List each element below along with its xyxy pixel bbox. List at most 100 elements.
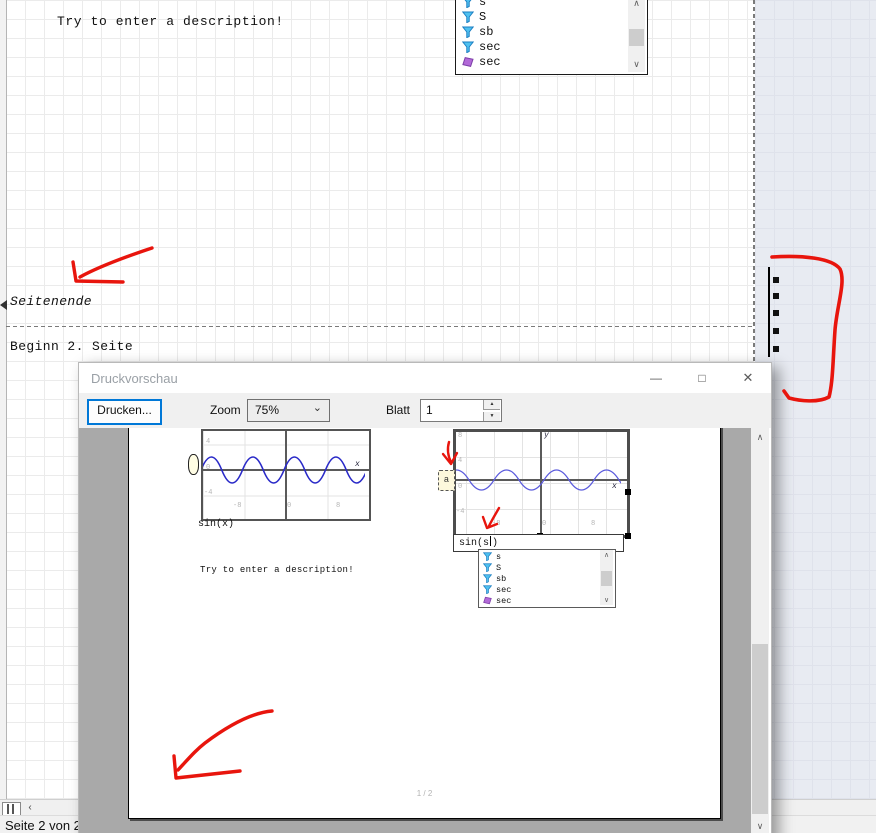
minimize-button[interactable]: — (633, 363, 679, 393)
autocomplete-item[interactable]: sec (479, 595, 615, 606)
formula-close-paren: ) (492, 538, 498, 549)
autocomplete-item-label: s (479, 0, 486, 9)
page2-start-label: Beginn 2. Seite (10, 339, 133, 354)
unit-icon (483, 596, 492, 605)
sheet-number-input[interactable] (421, 400, 484, 419)
scrollbar-thumb[interactable] (629, 29, 644, 46)
filter-function-icon (483, 563, 492, 572)
scroll-down-icon[interactable]: ∨ (628, 60, 645, 69)
autocomplete-item-label: sec (479, 55, 501, 69)
resize-handle-corner[interactable] (625, 533, 631, 539)
dropdown-scrollbar[interactable]: ∧ ∨ (628, 0, 645, 72)
sine-plot-right-selected[interactable]: 8 4 0 -4 -8 0 8 y x (453, 429, 630, 538)
scroll-down-icon[interactable]: ∨ (751, 822, 769, 831)
spin-down-icon[interactable]: ▼ (483, 412, 500, 421)
zoom-value: 75% (255, 403, 279, 417)
maximize-button[interactable]: □ (679, 363, 725, 393)
page-end-label: Seitenende (10, 294, 92, 309)
autocomplete-item[interactable]: s (479, 551, 615, 562)
zoom-label: Zoom (210, 403, 241, 417)
page-break-dash (773, 310, 779, 316)
page-break-arrow-icon (0, 300, 7, 310)
x-tick: 0 (287, 502, 291, 510)
filter-function-icon (462, 0, 474, 8)
page-break-dash (773, 277, 779, 283)
scrollbar-thumb[interactable] (752, 644, 768, 814)
print-button[interactable]: Drucken... (87, 399, 162, 425)
splitter-icon[interactable] (2, 802, 21, 816)
scroll-down-icon[interactable]: ∨ (600, 596, 613, 605)
x-tick: 0 (542, 520, 546, 528)
page-break-dash (773, 328, 779, 334)
worksheet-outside-page-area (755, 0, 876, 799)
spin-up-icon[interactable]: ▲ (483, 400, 500, 410)
filter-function-icon (462, 41, 474, 53)
text-cursor (490, 536, 491, 546)
autocomplete-item[interactable]: sec (456, 39, 647, 54)
scroll-up-icon[interactable]: ∧ (600, 551, 613, 560)
y-axis-label: y (544, 431, 549, 440)
page-break-dash (773, 293, 779, 299)
autocomplete-item[interactable]: sb (479, 573, 615, 584)
page-break-solid-line (768, 267, 770, 357)
splitter-bar (12, 804, 14, 814)
sine-curve (456, 432, 621, 529)
x-axis-label: x (612, 482, 617, 491)
autocomplete-item-label: sb (496, 574, 506, 584)
scroll-left-button[interactable]: ‹ (22, 802, 38, 814)
sheet-number-stepper: ▲ ▼ (420, 399, 502, 422)
autocomplete-dropdown-preview: s S sb sec s (478, 549, 616, 608)
autocomplete-item[interactable]: sec (479, 584, 615, 595)
autocomplete-dropdown: s S sb sec sec ∧ ∨ (455, 0, 648, 75)
resize-handle-right[interactable] (625, 489, 631, 495)
autocomplete-item[interactable]: S (479, 562, 615, 573)
description-placeholder-icon[interactable]: a (438, 470, 455, 491)
status-page-indicator: Seite 2 von 2 (5, 818, 81, 833)
zoom-select[interactable]: 75% ⌄ (247, 399, 330, 422)
autocomplete-item-label: S (479, 10, 486, 24)
autocomplete-item-label: S (496, 563, 501, 573)
preview-description-text: Try to enter a description! (200, 565, 354, 575)
empty-placeholder-icon[interactable] (188, 454, 199, 475)
scroll-up-icon[interactable]: ∧ (628, 0, 645, 8)
x-tick: 8 (591, 520, 595, 528)
print-preview-window: Druckvorschau — □ ✕ Drucken... Zoom 75% … (78, 362, 772, 833)
autocomplete-item-label: sec (479, 40, 501, 54)
y-tick: 0 (458, 483, 462, 491)
sine-curve (203, 431, 365, 515)
y-tick: -4 (204, 489, 212, 497)
autocomplete-item-label: s (496, 552, 501, 562)
dropdown-scrollbar[interactable]: ∧ ∨ (600, 550, 613, 605)
autocomplete-item[interactable]: S (456, 9, 647, 24)
filter-function-icon (483, 552, 492, 561)
autocomplete-item[interactable]: s (456, 0, 647, 9)
page-break-dash (773, 346, 779, 352)
preview-vertical-scrollbar[interactable]: ∧ ∨ (751, 428, 769, 833)
autocomplete-item-label: sec (496, 596, 511, 606)
scrollbar-thumb[interactable] (601, 571, 612, 586)
unit-icon (462, 56, 474, 68)
preview-toolbar: Drucken... Zoom 75% ⌄ Blatt ▲ ▼ (79, 393, 771, 428)
autocomplete-item-label: sec (496, 585, 511, 595)
scroll-up-icon[interactable]: ∧ (751, 433, 769, 442)
chevron-down-icon: ⌄ (313, 401, 322, 414)
sine-plot-left: 4 0 -4 -8 0 8 x (201, 429, 371, 521)
left-panel-edge[interactable] (0, 0, 7, 799)
sheet-label: Blatt (386, 403, 410, 417)
filter-function-icon (483, 585, 492, 594)
autocomplete-item[interactable]: sb (456, 24, 647, 39)
close-button[interactable]: ✕ (725, 363, 771, 393)
autocomplete-item[interactable]: sec (456, 54, 647, 69)
filter-function-icon (462, 26, 474, 38)
filter-function-icon (462, 11, 474, 23)
x-tick: 8 (336, 502, 340, 510)
x-tick: -8 (492, 520, 500, 528)
preview-page: 4 0 -4 -8 0 8 x sin(x) 8 (128, 428, 721, 819)
y-tick: -4 (456, 508, 464, 516)
window-titlebar[interactable]: Druckvorschau — □ ✕ (79, 363, 771, 393)
page-number-indicator: 1 / 2 (129, 789, 720, 798)
x-axis-label: x (355, 460, 360, 469)
plot-caption[interactable]: sin(x) (198, 519, 234, 530)
splitter-bar (7, 804, 9, 814)
app-root: Try to enter a description! Seitenende B… (0, 0, 876, 833)
